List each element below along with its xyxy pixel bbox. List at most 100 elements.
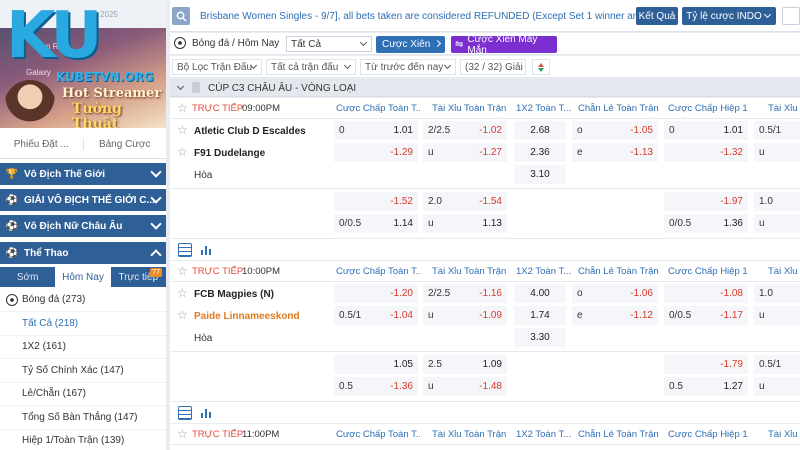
odds-cell[interactable]: 2.5 1.09 (423, 355, 507, 374)
odds-cell[interactable]: u (754, 214, 800, 233)
stats-chart-icon[interactable] (198, 406, 212, 420)
odds-cell[interactable]: 4.00 (514, 284, 566, 303)
odds-cell[interactable]: -1.29 (334, 143, 418, 162)
tab-bet-list[interactable]: Bảng Cược (84, 139, 167, 150)
odds-cell[interactable]: 1.0 (754, 192, 800, 211)
odds-cell[interactable]: 2.36 (514, 143, 566, 162)
settings-icon[interactable] (782, 7, 800, 25)
odds-cell[interactable]: 1.0 (754, 284, 800, 303)
odds-cell[interactable]: 3.30 (514, 328, 566, 347)
odds-cell[interactable]: u -1.27 (423, 143, 507, 162)
odds-cell[interactable]: -1.08 (664, 284, 748, 303)
category-sports[interactable]: ⚽ Thể Thao (0, 242, 166, 264)
odds-cell[interactable]: -1.97 (664, 192, 748, 211)
odds-cell[interactable]: 1.05 (334, 355, 418, 374)
time-range-dropdown[interactable]: Từ trước đến nay (360, 59, 456, 75)
handicap-line: 0 (669, 125, 675, 136)
col-header-h1-hdp: Cược Chấp Hiệp 1 (668, 429, 748, 440)
odds-cell[interactable]: u 1.13 (423, 214, 507, 233)
results-button[interactable]: Kết Quả (636, 7, 678, 25)
odds-cell[interactable]: u (754, 306, 800, 325)
odds-cell[interactable]: 0/0.5 -1.17 (664, 306, 748, 325)
odds-cell[interactable]: 2.0 -1.54 (423, 192, 507, 211)
football-icon (174, 37, 186, 49)
sort-toggle[interactable] (532, 59, 550, 75)
odds-value: -1.02 (479, 125, 502, 136)
category-world-club[interactable]: ⚽ GIẢI VÔ ĐỊCH THẾ GIỚI C... (0, 189, 166, 211)
odds-cell[interactable]: e -1.13 (572, 143, 658, 162)
combo-bet-button[interactable]: Cược Xiên (376, 36, 445, 53)
match-block: ☆ TRỰC TIẾP 11:00PM Cược Chấp Toàn T... … (170, 424, 800, 450)
odds-cell[interactable]: o -1.05 (572, 121, 658, 140)
odds-cell[interactable]: -1.20 (334, 284, 418, 303)
odds-cell[interactable]: o -1.06 (572, 284, 658, 303)
promo-banner[interactable]: 2025 n Rẽ Galaxy KU KUBETVN.ORG Hot Stre… (0, 0, 166, 128)
menu-item-1x2[interactable]: 1X2 (161) (0, 336, 166, 359)
menu-item-total-goals[interactable]: Tổng Số Bàn Thắng (147) (0, 406, 166, 430)
list-icon[interactable] (178, 243, 192, 257)
menu-item-all[interactable]: Tất Cả (218) (0, 312, 166, 336)
tab-bet-slip[interactable]: Phiếu Đặt ... (0, 139, 84, 150)
odds-cell[interactable]: u -1.09 (423, 306, 507, 325)
all-matches-dropdown[interactable]: Tất cả trận đấu (266, 59, 356, 75)
odds-cell[interactable]: e -1.12 (572, 306, 658, 325)
odds-cell[interactable]: 0.5/1 (754, 121, 800, 140)
star-icon[interactable]: ☆ (177, 101, 188, 115)
league-count-button[interactable]: (32 / 32) Giải (460, 59, 526, 75)
stats-chart-icon[interactable] (198, 243, 212, 257)
star-icon[interactable]: ☆ (177, 264, 188, 278)
odds-cell[interactable]: u -1.48 (423, 377, 507, 396)
banner-time: 2025 (100, 10, 118, 19)
odds-cell[interactable]: 0 1.01 (334, 121, 418, 140)
category-label: Thể Thao (24, 247, 69, 259)
tab-today[interactable]: Hôm Nay (55, 267, 111, 287)
odds-cell[interactable]: 1.74 (514, 306, 566, 325)
col-header-1x2: 1X2 Toàn T... (516, 103, 572, 114)
star-icon[interactable]: ☆ (177, 286, 188, 300)
star-icon[interactable]: ☆ (177, 308, 188, 322)
odds-cell[interactable]: -1.32 (664, 143, 748, 162)
odds-cell[interactable]: 2.68 (514, 121, 566, 140)
chevron-down-icon (176, 82, 185, 91)
menu-item-correct-score[interactable]: Tỷ Số Chính Xác (147) (0, 359, 166, 383)
star-icon[interactable]: ☆ (177, 427, 188, 441)
star-icon[interactable]: ☆ (177, 123, 188, 137)
odds-cell[interactable]: u (754, 377, 800, 396)
search-button[interactable] (172, 7, 190, 25)
handicap-line: 0.5/1 (759, 125, 782, 136)
banner-subheadline: Tường Thuật (72, 101, 122, 129)
odds-cell[interactable]: 0.5/1 -1.04 (334, 306, 418, 325)
menu-item-odd-even[interactable]: Lẻ/Chẵn (167) (0, 383, 166, 406)
league-header[interactable]: CÚP C3 CHÂU ÂU - VÒNG LOẠI (170, 79, 800, 97)
category-world-cup[interactable]: 🏆 Vô Địch Thế Giới (0, 163, 166, 185)
odds-cell[interactable]: 2/2.5 -1.02 (423, 121, 507, 140)
market-select[interactable]: Tất Cả (286, 36, 372, 52)
list-icon[interactable] (178, 406, 192, 420)
odds-value: 1.36 (723, 218, 743, 229)
category-women-euro[interactable]: ⚽ Vô Địch Nữ Châu Âu (0, 215, 166, 237)
odds-cell[interactable]: 3.10 (514, 165, 566, 184)
tab-early[interactable]: Sớm (0, 267, 55, 287)
odds-cell[interactable]: -1.79 (664, 355, 748, 374)
odds-cell[interactable]: 0.5 -1.36 (334, 377, 418, 396)
tab-live[interactable]: Trực tiếp 77 (111, 267, 166, 287)
odds-cell[interactable]: 0/0.5 1.36 (664, 214, 748, 233)
odds-cell[interactable]: -1.52 (334, 192, 418, 211)
odds-cell[interactable]: 0.5/1 (754, 355, 800, 374)
odds-value: 3.10 (530, 169, 550, 180)
star-icon[interactable]: ☆ (177, 145, 188, 159)
odds-cell[interactable]: 0/0.5 1.14 (334, 214, 418, 233)
odds-cell[interactable]: 0 1.01 (664, 121, 748, 140)
menu-item-football[interactable]: Bóng đá (273) (0, 288, 166, 312)
menu-item-ht-ft[interactable]: Hiệp 1/Toàn Trận (139) (0, 430, 166, 450)
odds-cell[interactable]: 0.5 1.27 (664, 377, 748, 396)
announcement-marquee[interactable]: Brisbane Women Singles - 9/7], all bets … (200, 11, 640, 22)
match-filter-dropdown[interactable]: Bộ Lọc Trận Đấu (172, 59, 262, 75)
category-label: GIẢI VÔ ĐỊCH THẾ GIỚI C... (24, 194, 155, 206)
col-header-ou: Tài Xỉu Toàn Trận (432, 266, 507, 277)
odds-cell[interactable]: 2/2.5 -1.16 (423, 284, 507, 303)
odds-value: -1.27 (479, 147, 502, 158)
odds-cell[interactable]: u (754, 143, 800, 162)
lucky-combo-button[interactable]: ⇋ Cược Xiên May Mắn (451, 34, 557, 56)
odds-type-dropdown[interactable]: Tỷ lệ cược INDO (682, 7, 776, 25)
